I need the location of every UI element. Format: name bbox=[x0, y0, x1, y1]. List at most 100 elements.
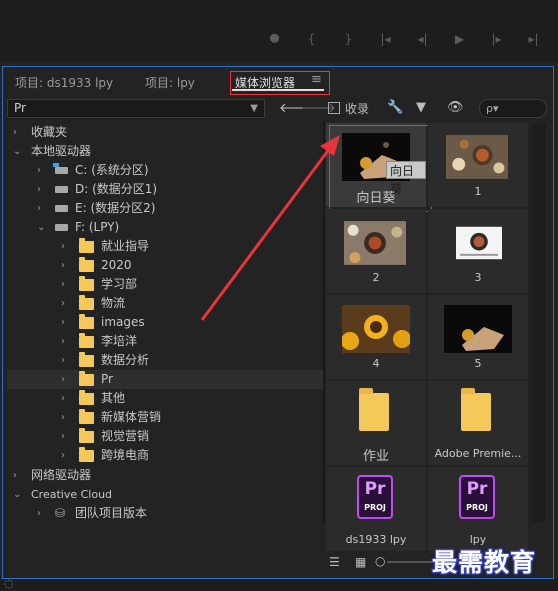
caret-down-icon[interactable]: ⌄ bbox=[13, 142, 21, 161]
tree-folder-selected[interactable]: › Pr bbox=[7, 370, 323, 389]
tab-project-lpy[interactable]: 项目: lpy bbox=[145, 74, 195, 91]
tree-item-favorites[interactable]: › 收藏夹 bbox=[7, 123, 323, 142]
tree-item-team-projects[interactable]: › ⛁ 团队项目版本 bbox=[7, 504, 323, 523]
tree-item-drive-e[interactable]: › E: (数据分区2) bbox=[7, 199, 323, 218]
media-item-4[interactable]: 4 bbox=[326, 295, 426, 379]
tree-label: 新媒体营销 bbox=[101, 410, 162, 424]
caret-down-icon[interactable]: ⌄ bbox=[37, 218, 45, 237]
caret-down-icon[interactable]: ⌄ bbox=[13, 485, 21, 504]
highlight-box-tab bbox=[230, 71, 330, 95]
caret-right-icon[interactable]: › bbox=[61, 237, 65, 256]
caret-right-icon[interactable]: › bbox=[61, 446, 65, 465]
filter-icon[interactable]: ▼ bbox=[416, 100, 426, 115]
grid-scrollbar[interactable] bbox=[532, 123, 546, 523]
caret-right-icon[interactable]: › bbox=[13, 123, 17, 142]
folder-icon bbox=[79, 352, 94, 367]
caret-right-icon[interactable]: › bbox=[61, 313, 65, 332]
tree-folder[interactable]: › 李培洋 bbox=[7, 332, 323, 351]
in-point-icon[interactable]: { bbox=[293, 32, 330, 47]
marker-icon[interactable]: ⯃ bbox=[256, 32, 293, 47]
caret-right-icon[interactable]: › bbox=[37, 199, 41, 218]
tree-folder[interactable]: › 视觉营销 bbox=[7, 427, 323, 446]
tree-label: images bbox=[101, 315, 145, 329]
tree-item-network-drives[interactable]: › 网络驱动器 bbox=[7, 466, 323, 485]
media-item-3[interactable]: 3 bbox=[428, 209, 528, 293]
caret-right-icon[interactable]: › bbox=[61, 275, 65, 294]
zoom-slider-handle[interactable]: ○ bbox=[375, 554, 385, 568]
drive-icon bbox=[55, 224, 68, 231]
chevron-down-icon: ▼ bbox=[250, 103, 258, 114]
out-point-icon[interactable]: } bbox=[330, 32, 367, 47]
caret-right-icon[interactable]: › bbox=[61, 427, 65, 446]
caret-right-icon[interactable]: › bbox=[61, 294, 65, 313]
highlight-box-thumbnail bbox=[329, 125, 432, 212]
transport-controls: ⯃ { } |◂ ◂| ▶ |▸ ▸| bbox=[256, 32, 552, 47]
caret-right-icon[interactable]: › bbox=[61, 370, 65, 389]
tree-folder[interactable]: › 学习部 bbox=[7, 275, 323, 294]
media-item-project[interactable]: Pr PROJ ds1933 lpy bbox=[326, 467, 426, 551]
media-caption: 4 bbox=[372, 357, 380, 370]
tree-folder[interactable]: › 新媒体营销 bbox=[7, 408, 323, 427]
tree-folder[interactable]: › 物流 bbox=[7, 294, 323, 313]
media-item-1[interactable]: 1 bbox=[428, 123, 528, 207]
caret-right-icon[interactable]: › bbox=[61, 351, 65, 370]
list-view-icon[interactable]: ☰ bbox=[329, 555, 340, 569]
caret-right-icon[interactable]: › bbox=[61, 389, 65, 408]
tree-item-drive-d[interactable]: › D: (数据分区1) bbox=[7, 180, 323, 199]
image-thumbnail bbox=[456, 226, 502, 260]
tree-folder[interactable]: › images bbox=[7, 313, 323, 332]
caret-right-icon[interactable]: › bbox=[61, 408, 65, 427]
tree-label: 跨境电商 bbox=[101, 448, 150, 462]
image-thumbnail bbox=[344, 221, 406, 265]
folder-icon bbox=[79, 447, 94, 462]
tree-item-drive-f[interactable]: ⌄ F: (LPY) bbox=[7, 218, 323, 237]
favorite-checkbox[interactable] bbox=[328, 102, 340, 114]
tree-folder[interactable]: › 其他 bbox=[7, 389, 323, 408]
view-eye-icon[interactable]: 👁 bbox=[447, 100, 464, 115]
media-item-folder[interactable]: Adobe Premie... bbox=[428, 381, 528, 465]
tree-item-creative-cloud[interactable]: ⌄ Creative Cloud bbox=[7, 485, 323, 504]
tree-label: 数据分析 bbox=[101, 353, 150, 367]
caret-right-icon[interactable]: › bbox=[37, 180, 41, 199]
caret-right-icon[interactable]: › bbox=[61, 256, 65, 275]
media-item-project[interactable]: Pr PROJ lpy bbox=[428, 467, 528, 551]
caret-right-icon[interactable]: › bbox=[37, 504, 41, 523]
icon-view-icon[interactable]: ▦ bbox=[355, 555, 366, 569]
image-thumbnail bbox=[444, 305, 512, 353]
media-item-5[interactable]: 5 bbox=[428, 295, 528, 379]
tree-label: D: (数据分区1) bbox=[75, 182, 158, 196]
search-input[interactable]: ρ▾ bbox=[479, 99, 547, 118]
go-to-in-icon[interactable]: |◂ bbox=[367, 32, 404, 47]
folder-icon bbox=[79, 390, 94, 405]
caret-right-icon[interactable]: › bbox=[37, 161, 41, 180]
premiere-project-icon: Pr PROJ bbox=[459, 475, 495, 519]
path-dropdown[interactable]: Pr ▼ bbox=[7, 99, 265, 118]
folder-icon bbox=[359, 388, 389, 431]
tree-folder[interactable]: › 跨境电商 bbox=[7, 446, 323, 465]
pr-logo-text: Pr bbox=[466, 479, 488, 499]
tree-label: 2020 bbox=[101, 258, 132, 272]
status-icon[interactable]: ◌ bbox=[4, 577, 14, 590]
media-item-2[interactable]: 2 bbox=[326, 209, 426, 293]
tree-folder[interactable]: › 2020 bbox=[7, 256, 323, 275]
tab-project-ds1933[interactable]: 项目: ds1933 lpy bbox=[15, 74, 113, 91]
drive-icon bbox=[55, 186, 68, 193]
pane-divider[interactable] bbox=[323, 121, 325, 523]
play-icon[interactable]: ▶ bbox=[441, 32, 478, 47]
caret-right-icon[interactable]: › bbox=[61, 332, 65, 351]
top-strip: ⯃ { } |◂ ◂| ▶ |▸ ▸| bbox=[0, 0, 558, 62]
media-item-folder[interactable]: 作业 bbox=[326, 381, 426, 465]
wrench-icon[interactable]: 🔧 bbox=[387, 100, 403, 115]
go-to-out-icon[interactable]: ▸| bbox=[515, 32, 552, 47]
step-forward-icon[interactable]: |▸ bbox=[478, 32, 515, 47]
watermark-logo: 最需教育 bbox=[432, 548, 537, 577]
system-drive-icon bbox=[53, 163, 68, 174]
zoom-slider-track[interactable] bbox=[387, 561, 437, 563]
tree-folder[interactable]: › 就业指导 bbox=[7, 237, 323, 256]
caret-right-icon[interactable]: › bbox=[13, 466, 17, 485]
folder-icon bbox=[461, 388, 491, 431]
tree-item-local-drives[interactable]: ⌄ 本地驱动器 bbox=[7, 142, 323, 161]
tree-folder[interactable]: › 数据分析 bbox=[7, 351, 323, 370]
step-back-icon[interactable]: ◂| bbox=[404, 32, 441, 47]
tree-item-drive-c[interactable]: › C: (系统分区) bbox=[7, 161, 323, 180]
